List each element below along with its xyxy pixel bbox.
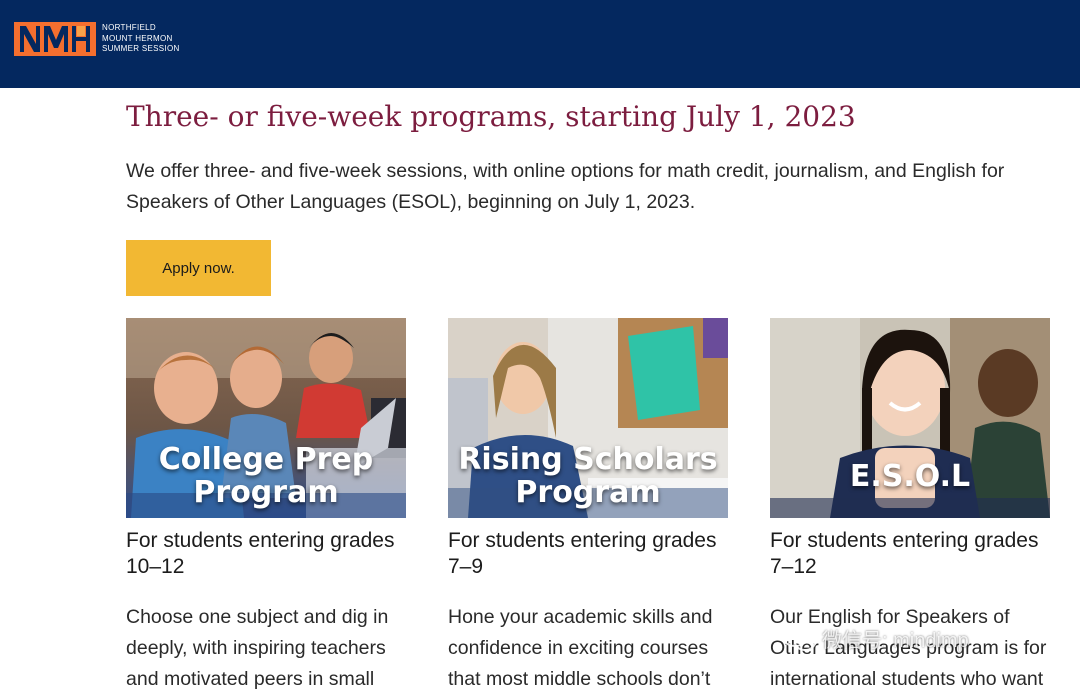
college-prep-grades: For students entering grades 10–12 [126,529,395,578]
logo-wordmark: NORTHFIELD MOUNT HERMON SUMMER SESSION [102,23,180,55]
program-card-college-prep[interactable]: College Prep Program For students enteri… [126,318,406,691]
rising-scholars-grades: For students entering grades 7–9 [448,529,717,578]
college-prep-title-line2: Program [193,475,339,510]
wechat-icon [782,626,816,651]
logo-line-1: NORTHFIELD [102,23,156,33]
rising-scholars-image[interactable]: Rising Scholars Program [448,318,728,518]
nmh-logo-icon [14,22,96,56]
rising-scholars-title-line1: Rising Scholars [458,442,718,477]
college-prep-image[interactable]: College Prep Program [126,318,406,518]
site-header: NORTHFIELD MOUNT HERMON SUMMER SESSION [0,0,1080,88]
esol-image[interactable]: E.S.O.L [770,318,1050,518]
watermark-text: 微信号: mindimp [822,630,969,652]
logo-line-3: SUMMER SESSION [102,44,180,54]
logo-line-2: MOUNT HERMON [102,33,173,43]
rising-scholars-description: Hone your academic skills and confidence… [448,606,713,690]
program-card-rising-scholars[interactable]: Rising Scholars Program For students ent… [448,318,728,691]
wechat-watermark: 微信号: mindimp [782,624,969,653]
rising-scholars-title-line2: Program [515,475,661,510]
esol-title: E.S.O.L [849,459,971,494]
college-prep-title-line1: College Prep [158,442,374,477]
college-prep-description: Choose one subject and dig in deeply, wi… [126,606,389,690]
page-headline: Three- or five-week programs, starting J… [126,100,856,133]
esol-grades: For students entering grades 7–12 [770,529,1039,578]
apply-now-button[interactable]: Apply now. [126,240,271,296]
site-logo[interactable]: NORTHFIELD MOUNT HERMON SUMMER SESSION [14,22,180,56]
intro-paragraph: We offer three- and five-week sessions, … [126,160,1005,213]
